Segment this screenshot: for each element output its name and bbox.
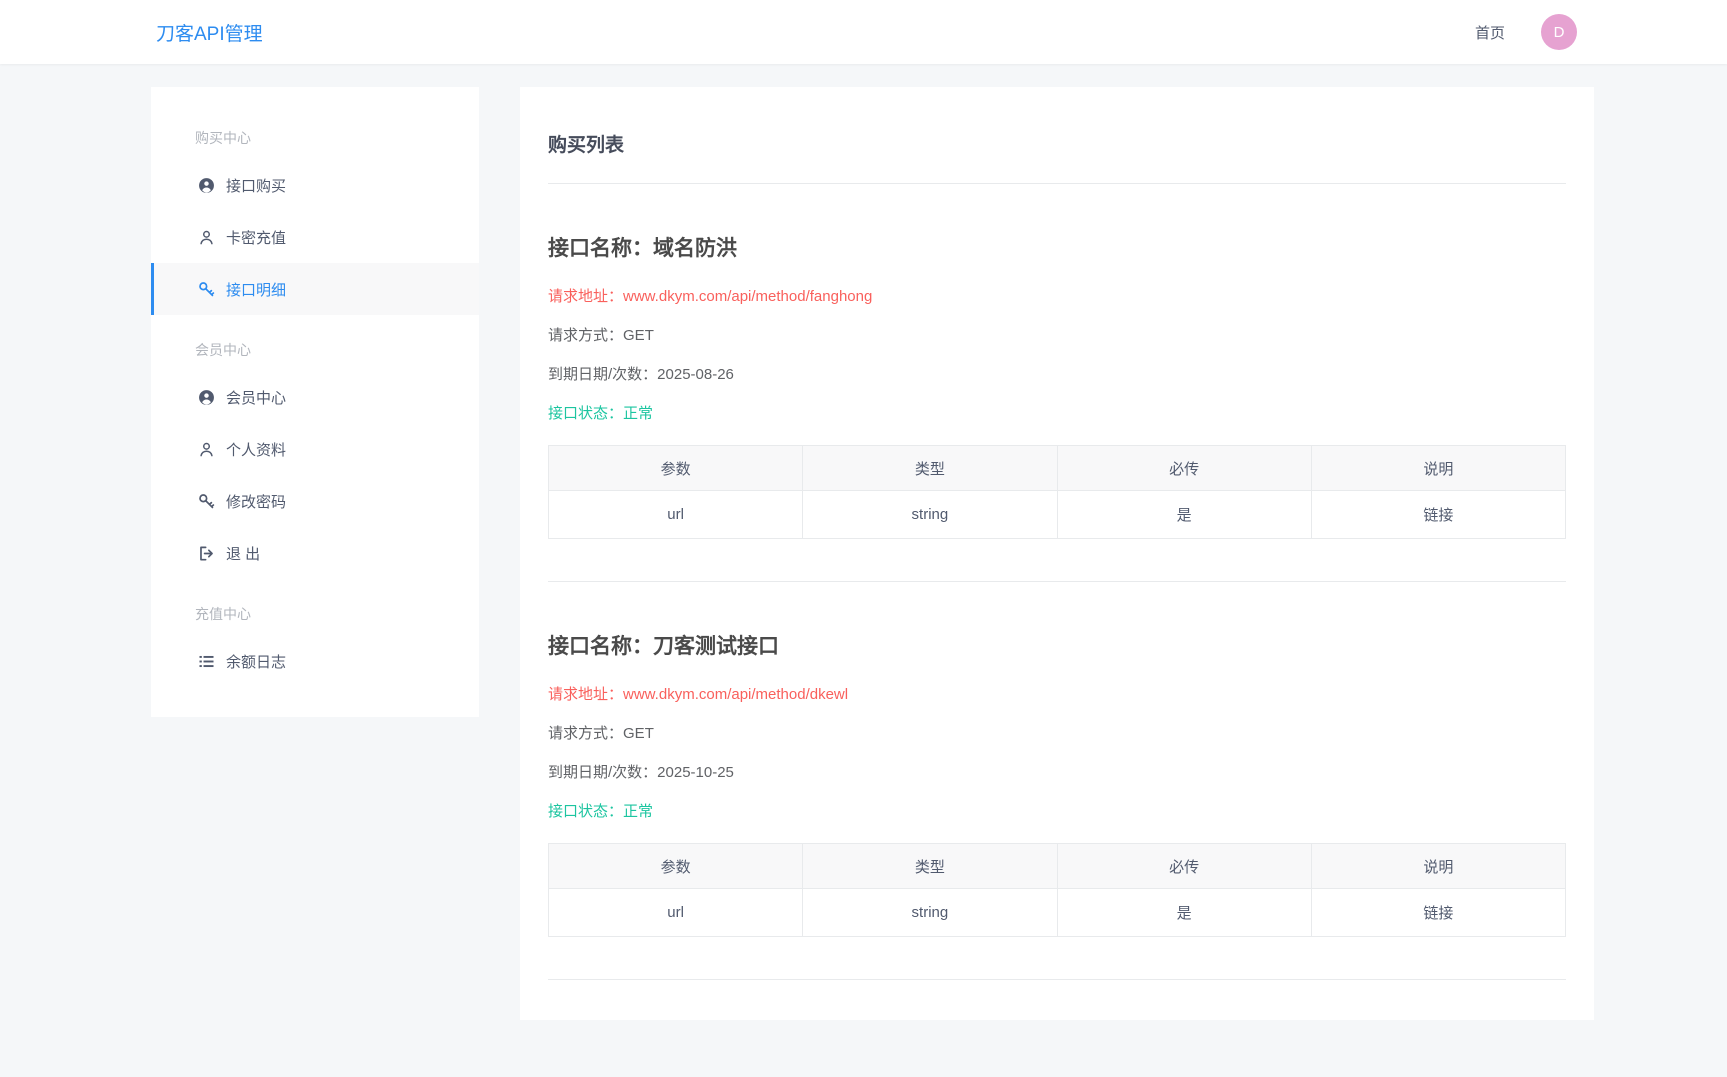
sidebar-item-label: 修改密码 — [226, 493, 287, 511]
params-table-header: 参数 — [547, 843, 804, 889]
api-request-url: 请求地址：www.dkym.com/api/method/fanghong — [548, 286, 1566, 308]
expire-value: 2025-08-26 — [657, 366, 734, 383]
api-status: 接口状态：正常 — [548, 801, 1566, 823]
request-url-value: www.dkym.com/api/method/fanghong — [623, 288, 873, 305]
api-expire: 到期日期/次数：2025-08-26 — [548, 364, 1566, 386]
api-request-url: 请求地址：www.dkym.com/api/method/dkewl — [548, 684, 1566, 706]
main-content: 购买列表 接口名称：域名防洪 请求地址：www.dkym.com/api/met… — [520, 87, 1594, 1020]
sidebar-item-label: 退 出 — [226, 545, 261, 563]
params-table-header: 说明 — [1310, 445, 1567, 491]
user-circle-icon — [198, 389, 215, 406]
key-icon — [198, 281, 215, 298]
sidebar-item-label: 会员中心 — [226, 389, 287, 407]
request-method-label: 请求方式： — [548, 725, 624, 742]
params-table-header: 类型 — [802, 445, 1058, 491]
status-value: 正常 — [623, 803, 654, 820]
table-row: url string 是 链接 — [547, 888, 1567, 937]
menu-group-title: 购买中心 — [195, 130, 251, 146]
api-name-value: 域名防洪 — [653, 237, 737, 260]
param-type-cell: string — [802, 490, 1058, 539]
app-header: 刀客API管理 首页 D — [0, 0, 1727, 64]
sidebar-item-card-recharge[interactable]: 卡密充值 — [151, 211, 479, 263]
param-desc-cell: 链接 — [1310, 490, 1567, 539]
sidebar-item-label: 个人资料 — [226, 441, 287, 459]
menu-group-purchase: 购买中心 接口购买 卡密充值 接口明细 — [151, 117, 479, 315]
sidebar-item-label: 余额日志 — [226, 653, 287, 671]
header-right: 首页 D — [1475, 14, 1577, 50]
sidebar-item-change-password[interactable]: 修改密码 — [151, 475, 479, 527]
expire-value: 2025-10-25 — [657, 764, 734, 781]
sidebar-item-profile[interactable]: 个人资料 — [151, 423, 479, 475]
sidebar-item-label: 接口购买 — [226, 177, 287, 195]
avatar[interactable]: D — [1541, 14, 1577, 50]
request-method-value: GET — [623, 327, 654, 344]
app-title[interactable]: 刀客API管理 — [156, 19, 263, 46]
api-name-value: 刀客测试接口 — [653, 635, 779, 658]
request-method-label: 请求方式： — [548, 327, 624, 344]
divider — [548, 581, 1566, 582]
request-method-value: GET — [623, 725, 654, 742]
sidebar: 购买中心 接口购买 卡密充值 接口明细 会员中心 会员中心 个人资料 修改密码 … — [151, 87, 479, 717]
sidebar-item-balance-log[interactable]: 余额日志 — [151, 635, 479, 687]
key-icon — [198, 493, 215, 510]
api-section: 接口名称：刀客测试接口 请求地址：www.dkym.com/api/method… — [547, 632, 1567, 980]
expire-label: 到期日期/次数： — [548, 366, 658, 383]
menu-group-member: 会员中心 会员中心 个人资料 修改密码 退 出 — [151, 329, 479, 579]
sidebar-item-api-purchase[interactable]: 接口购买 — [151, 159, 479, 211]
params-table-header: 说明 — [1310, 843, 1567, 889]
api-request-method: 请求方式：GET — [548, 723, 1566, 745]
params-table: 参数 类型 必传 说明 url string 是 链接 — [547, 445, 1567, 539]
status-label: 接口状态： — [548, 405, 624, 422]
sidebar-item-api-details[interactable]: 接口明细 — [151, 263, 479, 315]
request-url-label: 请求地址： — [548, 288, 624, 305]
user-outline-icon — [198, 441, 215, 458]
divider — [548, 183, 1566, 184]
param-type-cell: string — [802, 888, 1058, 937]
params-table-header-row: 参数 类型 必传 说明 — [547, 445, 1567, 491]
avatar-letter: D — [1553, 23, 1565, 41]
param-name-cell: url — [547, 490, 804, 539]
divider — [548, 979, 1566, 980]
param-required-cell: 是 — [1056, 490, 1312, 539]
request-url-value: www.dkym.com/api/method/dkewl — [623, 686, 849, 703]
params-table-header-row: 参数 类型 必传 说明 — [547, 843, 1567, 889]
list-icon — [198, 653, 215, 670]
menu-group-title: 会员中心 — [195, 342, 251, 358]
status-label: 接口状态： — [548, 803, 624, 820]
params-table-header: 类型 — [802, 843, 1058, 889]
api-name-label: 接口名称： — [548, 635, 653, 658]
expire-label: 到期日期/次数： — [548, 764, 658, 781]
api-status: 接口状态：正常 — [548, 403, 1566, 425]
status-value: 正常 — [623, 405, 654, 422]
logout-icon — [198, 545, 215, 562]
param-desc-cell: 链接 — [1310, 888, 1567, 937]
menu-group-title: 充值中心 — [195, 606, 251, 622]
table-row: url string 是 链接 — [547, 490, 1567, 539]
request-url-label: 请求地址： — [548, 686, 624, 703]
params-table-header: 必传 — [1056, 843, 1312, 889]
page-body: 购买中心 接口购买 卡密充值 接口明细 会员中心 会员中心 个人资料 修改密码 … — [0, 64, 1727, 1020]
api-name-heading: 接口名称：域名防洪 — [548, 234, 1566, 264]
api-name-label: 接口名称： — [548, 237, 653, 260]
nav-home-link[interactable]: 首页 — [1475, 22, 1505, 43]
user-outline-icon — [198, 229, 215, 246]
page-title: 购买列表 — [548, 135, 625, 156]
params-table-header: 必传 — [1056, 445, 1312, 491]
api-name-heading: 接口名称：刀客测试接口 — [548, 632, 1566, 662]
sidebar-item-label: 卡密充值 — [226, 229, 287, 247]
user-circle-icon — [198, 177, 215, 194]
api-request-method: 请求方式：GET — [548, 325, 1566, 347]
sidebar-item-logout[interactable]: 退 出 — [151, 527, 479, 579]
param-name-cell: url — [547, 888, 804, 937]
params-table: 参数 类型 必传 说明 url string 是 链接 — [547, 843, 1567, 937]
menu-group-recharge: 充值中心 余额日志 — [151, 593, 479, 687]
param-required-cell: 是 — [1056, 888, 1312, 937]
params-table-header: 参数 — [547, 445, 804, 491]
sidebar-item-member-center[interactable]: 会员中心 — [151, 371, 479, 423]
api-section: 接口名称：域名防洪 请求地址：www.dkym.com/api/method/f… — [547, 234, 1567, 582]
sidebar-item-label: 接口明细 — [226, 281, 287, 299]
api-expire: 到期日期/次数：2025-10-25 — [548, 762, 1566, 784]
